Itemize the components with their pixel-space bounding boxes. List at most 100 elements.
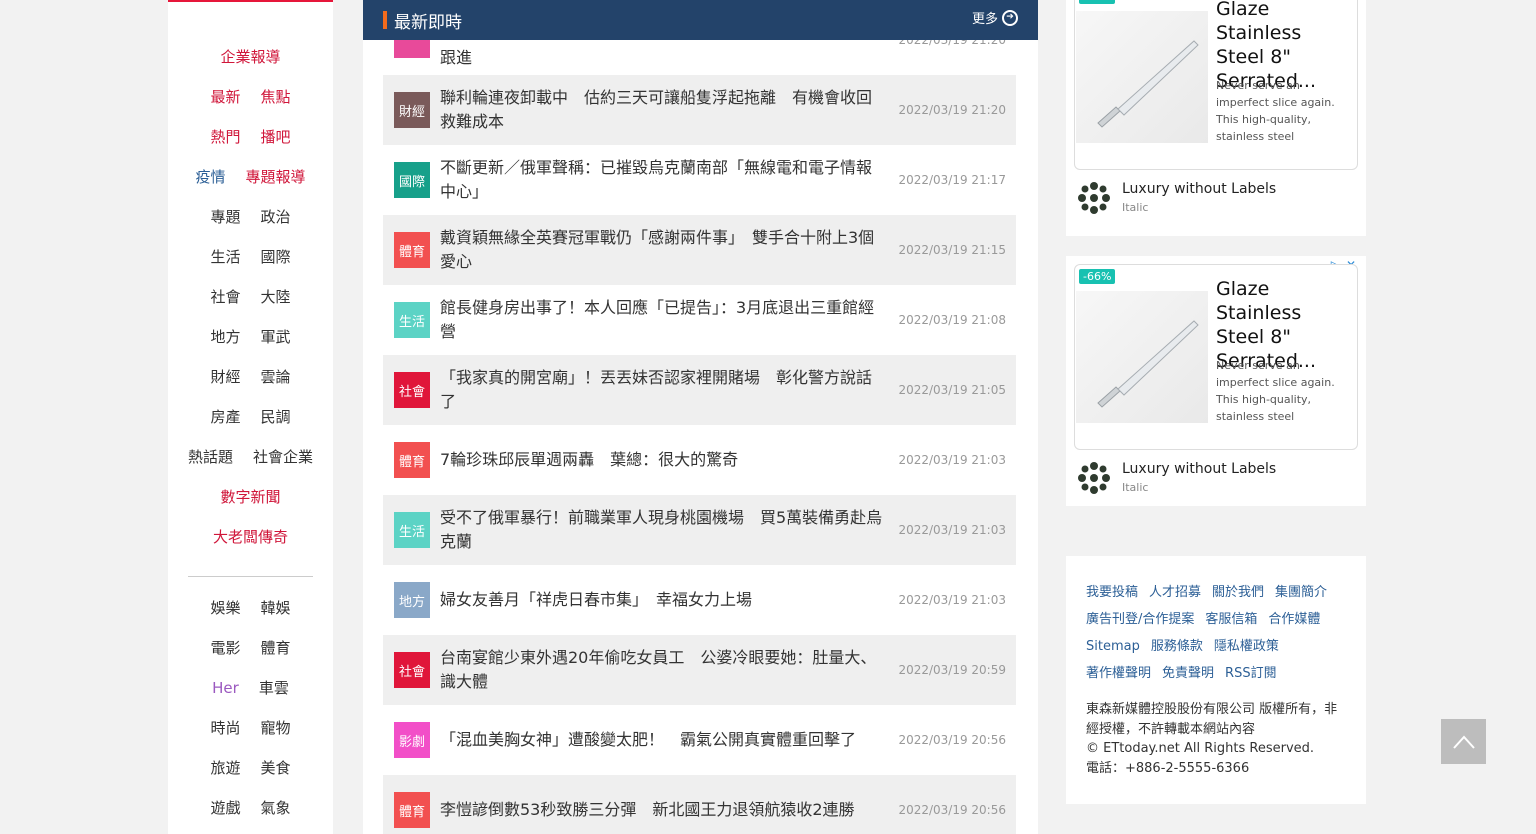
nav-link[interactable]: 熱門	[210, 122, 240, 152]
news-item[interactable]: 體育 李愷諺倒數53秒致勝三分彈 新北國王力退領航猿收2連勝 2022/03/19 …	[383, 775, 1016, 834]
news-item[interactable]: 影劇 「混血美胸女神」遭酸變太肥！ 霸氣公開真實體重回擊了 2022/03/19 2…	[383, 705, 1016, 775]
footer-link[interactable]: RSS訂閱	[1225, 661, 1277, 686]
news-item[interactable]: 地方 婦女友善月「祥虎日春市集」 幸福女力上場 2022/03/19 21:03	[383, 565, 1016, 635]
category-tag[interactable]: 社會	[394, 652, 430, 688]
news-item[interactable]: 生活 館長健身房出事了！本人回應「已提告」：3月底退出三重館經營 2022/03/1…	[383, 285, 1016, 355]
news-headline[interactable]: 「混血美胸女神」遭酸變太肥！ 霸氣公開真實體重回擊了	[440, 728, 885, 752]
footer-link[interactable]: 隱私權政策	[1214, 634, 1279, 659]
footer-link[interactable]: 客服信箱	[1205, 607, 1257, 632]
news-headline[interactable]: 聯利輪連夜卸載中 估約三天可讓船隻浮起拖離 有機會收回救難成本	[440, 86, 885, 134]
brand-logo-icon	[1078, 462, 1110, 494]
knife-image	[1097, 320, 1199, 408]
nav-link[interactable]: 車雲	[259, 673, 289, 703]
footer-link[interactable]: 廣告刊登/合作提案	[1086, 607, 1194, 632]
nav-link[interactable]: 播吧	[261, 122, 291, 152]
news-headline[interactable]: 7輪珍珠邱辰單週兩轟 葉總：很大的驚奇	[440, 448, 885, 472]
nav-link[interactable]: 大陸	[261, 282, 291, 312]
category-tag[interactable]: 生活	[394, 302, 430, 338]
news-header: 最新即時 更多 ➔	[363, 0, 1038, 40]
news-item[interactable]: 財經 聯利輪連夜卸載中 估約三天可讓船隻浮起拖離 有機會收回救難成本 2022/03…	[383, 75, 1016, 145]
category-tag[interactable]: 地方	[394, 582, 430, 618]
more-link[interactable]: 更多 ➔	[972, 8, 1018, 27]
nav-link[interactable]: 焦點	[261, 82, 291, 112]
news-item[interactable]: 生活 受不了俄軍暴行！前職業軍人現身桃園機場 買5萬裝備勇赴烏克蘭 2022/03/…	[383, 495, 1016, 565]
news-headline[interactable]: 「我家真的開宮廟」！丟丟妹否認家裡開賭場 彰化警方說話了	[440, 366, 885, 414]
category-tag[interactable]: 國際	[394, 162, 430, 198]
nav-link[interactable]: 美食	[261, 753, 291, 783]
nav-link[interactable]: 財經	[210, 362, 240, 392]
footer-link[interactable]: Sitemap	[1086, 634, 1140, 659]
category-tag[interactable]: 社會	[394, 372, 430, 408]
nav-link[interactable]: 地方	[210, 322, 240, 352]
footer-link[interactable]: 免責聲明	[1162, 661, 1214, 686]
news-headline[interactable]: 館長健身房出事了！本人回應「已提告」：3月底退出三重館經營	[440, 296, 885, 344]
ad-product-card[interactable]: -66% Glaze Stainless Steel 8" Serrated..…	[1074, 264, 1358, 450]
nav-row: 生活 國際	[168, 242, 333, 272]
category-tag[interactable]: 體育	[394, 792, 430, 828]
brand-logo-icon	[1078, 182, 1110, 214]
news-headline[interactable]: 婦女友善月「祥虎日春市集」 幸福女力上場	[440, 588, 885, 612]
ad-product-card[interactable]: -66% Glaze Stainless Steel 8" Serrated..…	[1074, 0, 1358, 170]
nav-link[interactable]: 軍武	[261, 322, 291, 352]
category-tag[interactable]: 體育	[394, 232, 430, 268]
footer-link[interactable]: 服務條款	[1151, 634, 1203, 659]
nav-link[interactable]: 數字新聞	[220, 482, 280, 512]
nav-link[interactable]: 大老闆傳奇	[213, 522, 288, 552]
nav-link[interactable]: 國際	[261, 242, 291, 272]
nav-link[interactable]: 專題	[210, 202, 240, 232]
nav-row: 企業報導	[168, 42, 333, 72]
nav-link[interactable]: 熱話題	[188, 442, 233, 472]
news-item[interactable]: 社會 「我家真的開宮廟」！丟丟妹否認家裡開賭場 彰化警方說話了 2022/03/19…	[383, 355, 1016, 425]
news-headline[interactable]: 不斷更新／俄軍聲稱：已摧毀烏克蘭南部「無線電和電子情報中心」	[440, 156, 885, 204]
nav-link[interactable]: 民調	[261, 402, 291, 432]
nav-link[interactable]: 旅遊	[210, 753, 240, 783]
nav-link[interactable]: 最新	[210, 82, 240, 112]
news-item[interactable]: 體育 7輪珍珠邱辰單週兩轟 葉總：很大的驚奇 2022/03/19 21:03	[383, 425, 1016, 495]
footer-link[interactable]: 集團簡介	[1275, 580, 1327, 605]
category-tag[interactable]: 體育	[394, 442, 430, 478]
footer-link[interactable]: 著作權聲明	[1086, 661, 1151, 686]
brand-name[interactable]: Luxury without Labels	[1122, 461, 1276, 477]
category-tag[interactable]: 生活	[394, 512, 430, 548]
footer-link[interactable]: 我要投稿	[1086, 580, 1138, 605]
nav-link[interactable]: 專題報導	[246, 162, 306, 192]
back-to-top-button[interactable]	[1441, 719, 1486, 764]
nav-link[interactable]: Her	[212, 673, 239, 703]
nav-link[interactable]: 遊戲	[210, 793, 240, 823]
ad-unit[interactable]: ▷✕ -66% Glaze Stainless Steel 8" Serrate…	[1066, 256, 1366, 506]
news-headline[interactable]: 受不了俄軍暴行！前職業軍人現身桃園機場 買5萬裝備勇赴烏克蘭	[440, 506, 885, 554]
copyright-text: © ETtoday.net All Rights Reserved.	[1086, 741, 1315, 756]
brand-name[interactable]: Luxury without Labels	[1122, 181, 1276, 197]
nav-link[interactable]: 韓娛	[261, 593, 291, 623]
nav-link[interactable]: 電影	[210, 633, 240, 663]
nav-link[interactable]: 社會	[210, 282, 240, 312]
nav-link[interactable]: 政治	[261, 202, 291, 232]
ad-unit[interactable]: -66% Glaze Stainless Steel 8" Serrated..…	[1066, 0, 1366, 236]
news-item[interactable]: 社會 台南宴館少東外遇20年偷吃女員工 公婆冷眼要她：肚量大、識大體 2022/03…	[383, 635, 1016, 705]
nav-link[interactable]: 生活	[210, 242, 240, 272]
category-tag[interactable]: 影劇	[394, 722, 430, 758]
news-item[interactable]: 體育 戴資穎無緣全英賽冠軍戰仍「感謝兩件事」 雙手合十附上3個愛心 2022/03/…	[383, 215, 1016, 285]
nav-link[interactable]: 寵物	[261, 713, 291, 743]
nav-link[interactable]: 雲論	[261, 362, 291, 392]
nav-link[interactable]: 體育	[261, 633, 291, 663]
nav-row: 社會 大陸	[168, 282, 333, 312]
nav-link[interactable]: 氣象	[261, 793, 291, 823]
nav-link[interactable]: 娛樂	[210, 593, 240, 623]
news-headline[interactable]: 跟進	[440, 46, 885, 70]
news-time: 2022/03/19 21:05	[898, 383, 1006, 397]
news-time: 2022/03/19 21:03	[898, 523, 1006, 537]
news-headline[interactable]: 戴資穎無緣全英賽冠軍戰仍「感謝兩件事」 雙手合十附上3個愛心	[440, 226, 885, 274]
nav-link[interactable]: 疫情	[195, 162, 225, 192]
category-tag[interactable]: 財經	[394, 92, 430, 128]
footer-link[interactable]: 人才招募	[1149, 580, 1201, 605]
news-headline[interactable]: 李愷諺倒數53秒致勝三分彈 新北國王力退領航猿收2連勝	[440, 798, 885, 822]
nav-link[interactable]: 社會企業	[253, 442, 313, 472]
news-headline[interactable]: 台南宴館少東外遇20年偷吃女員工 公婆冷眼要她：肚量大、識大體	[440, 646, 885, 694]
news-item[interactable]: 國際 不斷更新／俄軍聲稱：已摧毀烏克蘭南部「無線電和電子情報中心」 2022/03/…	[383, 145, 1016, 215]
nav-link[interactable]: 企業報導	[220, 42, 280, 72]
nav-link[interactable]: 時尚	[210, 713, 240, 743]
footer-link[interactable]: 關於我們	[1212, 580, 1264, 605]
nav-link[interactable]: 房產	[210, 402, 240, 432]
footer-link[interactable]: 合作媒體	[1268, 607, 1320, 632]
